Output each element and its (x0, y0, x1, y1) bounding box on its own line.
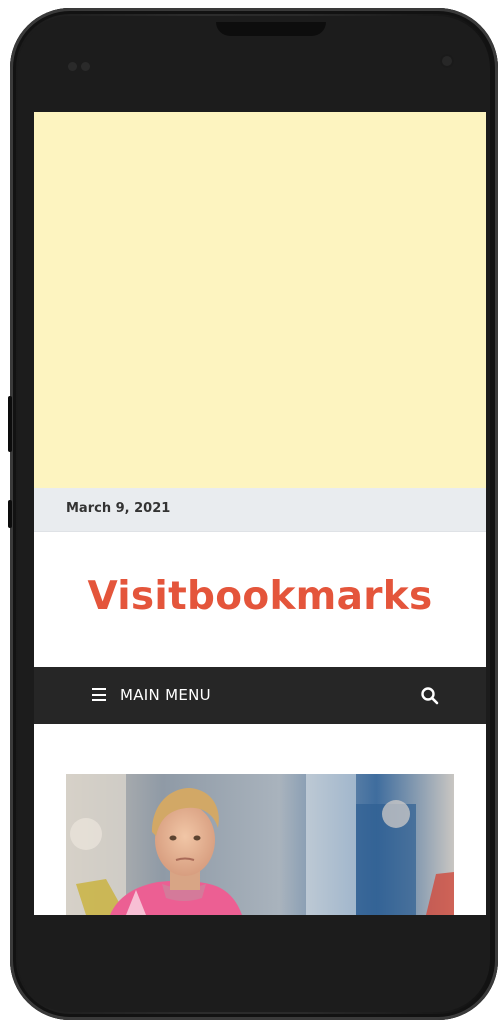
current-date: March 9, 2021 (66, 501, 171, 516)
volume-button (8, 396, 12, 452)
sensor-dots (68, 56, 98, 71)
main-menu-toggle[interactable]: MAIN MENU (120, 686, 211, 704)
search-icon[interactable] (420, 686, 440, 706)
site-title[interactable]: Visitbookmarks (34, 574, 486, 619)
earpiece-speaker (216, 22, 326, 36)
phone-screen: March 9, 2021 Visitbookmarks MAIN MENU (34, 112, 486, 915)
ad-banner-placeholder (34, 112, 486, 488)
featured-post-image[interactable] (66, 774, 454, 915)
power-button (8, 500, 12, 528)
front-camera-icon (440, 54, 454, 68)
top-date-bar: March 9, 2021 (34, 488, 486, 532)
hamburger-menu-icon[interactable] (92, 688, 106, 701)
featured-photo (66, 774, 454, 915)
main-navigation: MAIN MENU (34, 667, 486, 724)
